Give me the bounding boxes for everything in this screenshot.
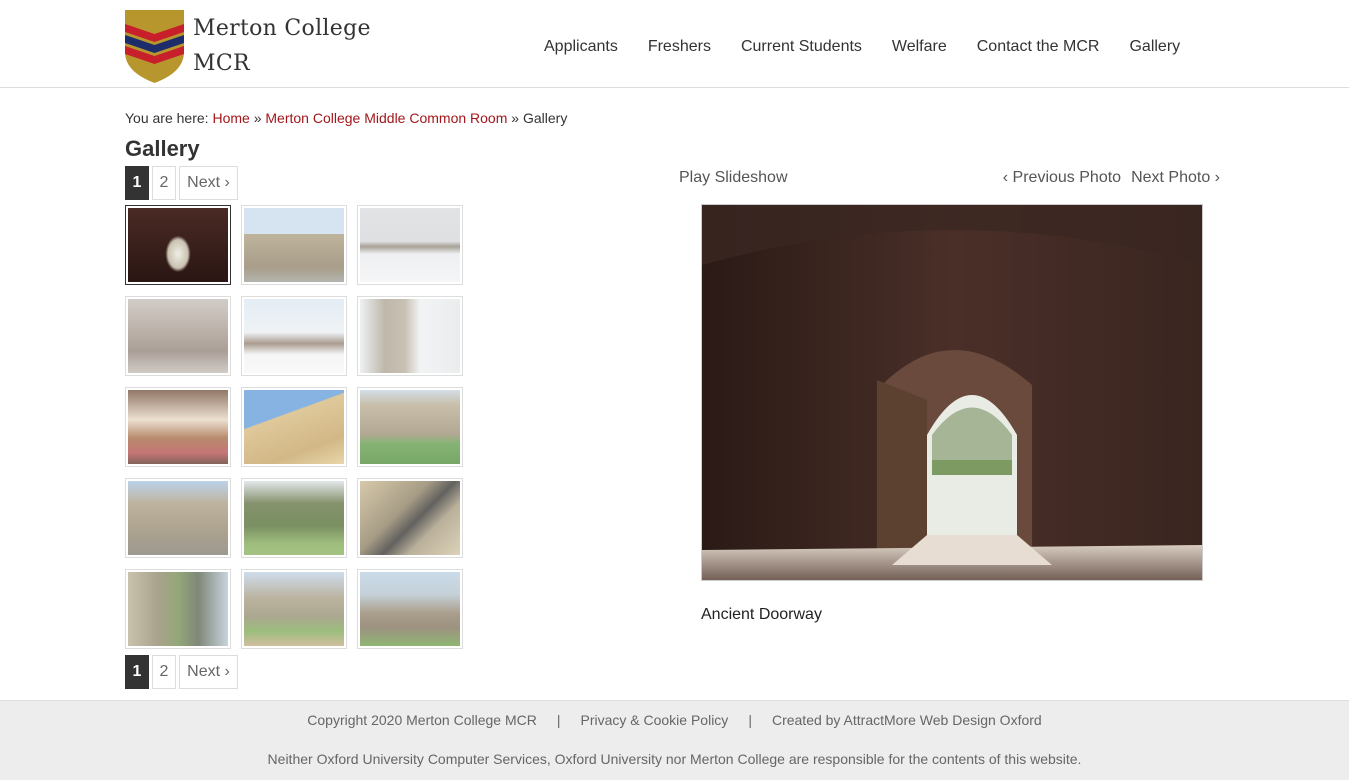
pagination-bottom: 1 2 Next › [125,655,241,689]
thumbnail[interactable] [241,478,347,558]
thumbnail[interactable] [357,478,463,558]
photo-navigation: ‹ Previous Photo Next Photo › [993,169,1220,187]
nav-contact[interactable]: Contact the MCR [977,38,1100,56]
breadcrumb: You are here: Home » Merton College Midd… [125,110,567,126]
thumbnail[interactable] [357,296,463,376]
nav-applicants[interactable]: Applicants [544,38,618,56]
footer-divider: | [556,712,561,728]
breadcrumb-sep: » [511,110,520,126]
page-title: Gallery [125,136,200,161]
thumbnail[interactable] [357,569,463,649]
page-1-button[interactable]: 1 [125,166,149,200]
play-slideshow-link[interactable]: Play Slideshow [679,169,788,187]
thumbnail[interactable] [241,569,347,649]
thumbnail[interactable] [125,569,231,649]
thumbnail[interactable] [241,387,347,467]
page-2-button[interactable]: 2 [152,655,176,689]
thumbnail[interactable] [241,205,347,285]
thumbnail[interactable] [125,387,231,467]
breadcrumb-sep: » [253,110,262,126]
nav-gallery[interactable]: Gallery [1129,38,1180,56]
site-footer: Copyright 2020 Merton College MCR | Priv… [0,700,1349,780]
copyright-text: Copyright 2020 Merton College MCR [307,712,537,728]
thumbnail[interactable] [125,205,231,285]
thumbnail[interactable] [125,296,231,376]
thumbnail[interactable] [125,478,231,558]
next-page-button[interactable]: Next › [179,655,238,689]
breadcrumb-prefix: You are here: [125,110,209,126]
site-logo[interactable]: Merton College MCR [125,10,371,83]
breadcrumb-home[interactable]: Home [212,110,249,126]
nav-welfare[interactable]: Welfare [892,38,947,56]
main-photo [701,204,1203,581]
thumbnail[interactable] [241,296,347,376]
nav-current-students[interactable]: Current Students [741,38,862,56]
next-page-button[interactable]: Next › [179,166,238,200]
breadcrumb-current: Gallery [522,110,568,126]
next-photo-link[interactable]: Next Photo › [1131,169,1220,187]
thumbnail[interactable] [357,205,463,285]
previous-photo-link[interactable]: ‹ Previous Photo [1003,169,1121,187]
credit-link[interactable]: Created by AttractMore Web Design Oxford [772,712,1042,728]
site-header: Merton College MCR Applicants Freshers C… [0,0,1349,88]
brand-subtitle: MCR [193,51,250,76]
privacy-policy-link[interactable]: Privacy & Cookie Policy [580,712,728,728]
pagination-top: 1 2 Next › [125,166,241,200]
page-1-button[interactable]: 1 [125,655,149,689]
footer-divider: | [748,712,752,728]
nav-freshers[interactable]: Freshers [648,38,711,56]
disclaimer-text: Neither Oxford University Computer Servi… [267,751,1082,767]
thumbnail[interactable] [357,387,463,467]
main-nav: Applicants Freshers Current Students Wel… [544,38,1210,56]
college-shield-icon [125,10,184,83]
page-2-button[interactable]: 2 [152,166,176,200]
photo-caption: Ancient Doorway [701,606,822,623]
breadcrumb-parent[interactable]: Merton College Middle Common Room [265,110,507,126]
doorway-image [702,205,1202,580]
brand-name: Merton College [193,16,371,41]
